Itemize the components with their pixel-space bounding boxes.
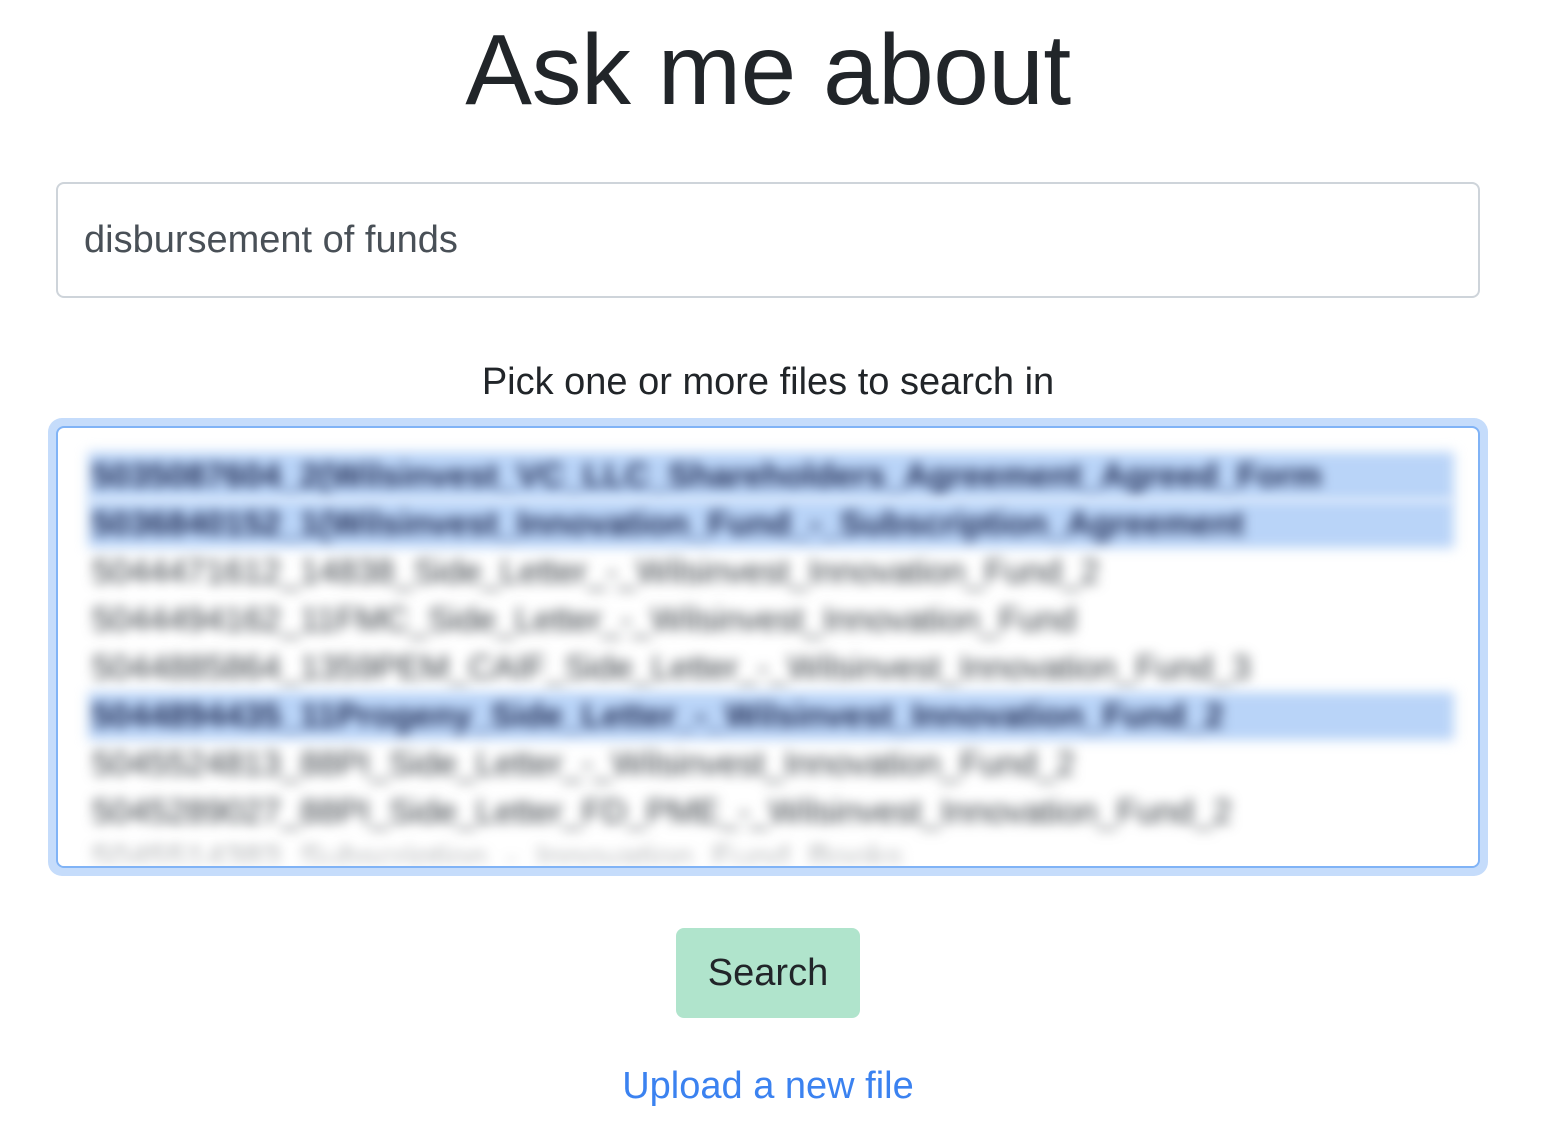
file-option[interactable]: 5044494162_11FMC_Side_Letter_-_Wilsinves… <box>88 596 1454 644</box>
file-option[interactable]: 5045289027_88PI_Side_Letter_FD_PME_-_Wil… <box>88 788 1454 836</box>
page: Ask me about Pick one or more files to s… <box>0 0 1542 1136</box>
file-option[interactable]: 5044894435_11Progeny_Side_Letter_-_Wilsi… <box>88 692 1454 740</box>
file-option[interactable]: 5044471612_14838_Side_Letter_-_Wilsinves… <box>88 548 1454 596</box>
file-option[interactable]: 5036840152_1(Wilsinvest_Innovation_Fund_… <box>88 500 1454 548</box>
file-options: 5035087604_2(Wilsinvest_VC_LLC_Sharehold… <box>88 452 1454 866</box>
upload-file-link[interactable]: Upload a new file <box>0 1060 1536 1112</box>
page-title: Ask me about <box>465 14 1071 126</box>
file-picker-list[interactable]: 5035087604_2(Wilsinvest_VC_LLC_Sharehold… <box>56 426 1480 868</box>
file-picker-focus-ring: 5035087604_2(Wilsinvest_VC_LLC_Sharehold… <box>48 418 1488 876</box>
file-option[interactable]: 5035087604_2(Wilsinvest_VC_LLC_Sharehold… <box>88 452 1454 500</box>
file-option[interactable]: 5045514383_Subscription_-_Innovation_Fun… <box>88 836 1454 866</box>
file-picker-label: Pick one or more files to search in <box>481 361 1055 403</box>
query-input[interactable] <box>56 182 1480 298</box>
file-option[interactable]: 5045524813_88PI_Side_Letter_-_Wilsinvest… <box>88 740 1454 788</box>
search-button[interactable]: Search <box>676 928 860 1018</box>
file-option[interactable]: 5044885864_1359PEM_CAIF_Side_Letter_-_Wi… <box>88 644 1454 692</box>
